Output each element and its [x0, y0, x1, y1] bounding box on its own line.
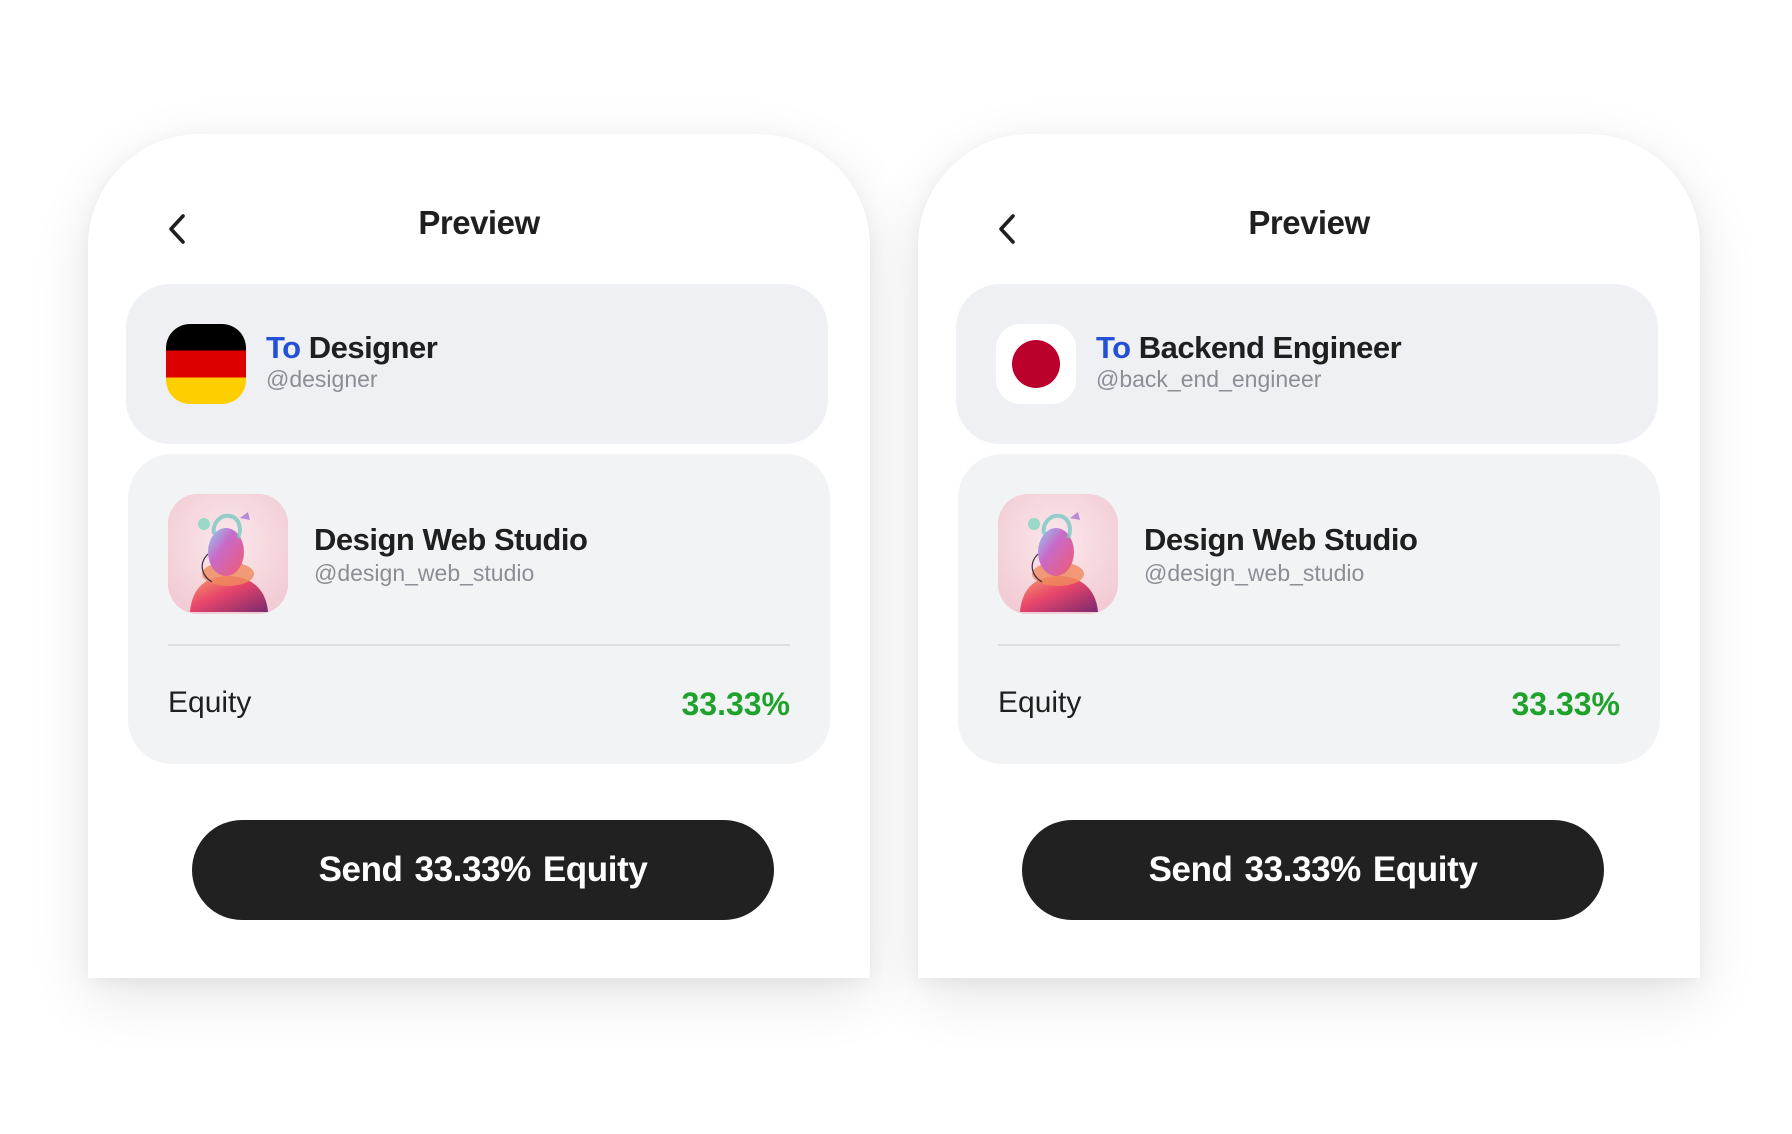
recipient-info: To Backend Engineer @back_end_engineer	[1096, 330, 1402, 393]
page-title: Preview	[1248, 204, 1370, 241]
send-button-verb: Send	[318, 850, 403, 889]
preview-stage: Preview To Designer @designer Design Web…	[0, 0, 1792, 1134]
japan-flag-icon	[996, 324, 1076, 404]
recipient-name: Backend Engineer	[1138, 330, 1402, 365]
page-title: Preview	[418, 204, 540, 241]
equity-label: Equity	[998, 686, 1082, 719]
recipient-card[interactable]: To Designer @designer	[126, 284, 828, 444]
send-button-amount: 33.33%	[414, 850, 532, 889]
studio-name: Design Web Studio	[314, 522, 588, 557]
recipient-handle: @back_end_engineer	[1096, 366, 1322, 392]
to-label: To	[266, 330, 301, 365]
equity-value: 33.33%	[1511, 686, 1620, 722]
equity-value: 33.33%	[681, 686, 790, 722]
send-button-noun: Equity	[1372, 850, 1478, 889]
studio-avatar-image	[998, 494, 1118, 614]
equity-label: Equity	[168, 686, 252, 719]
studio-info: Design Web Studio @design_web_studio	[1144, 522, 1418, 587]
studio-avatar	[998, 494, 1118, 614]
studio-avatar-image	[168, 494, 288, 614]
recipient-name-line: To Designer	[266, 330, 438, 366]
studio-handle: @design_web_studio	[314, 560, 535, 586]
send-equity-button[interactable]: Send 33.33% Equity	[192, 820, 774, 920]
header: Preview	[88, 194, 870, 264]
send-button-verb: Send	[1148, 850, 1233, 889]
japan-flag-sun	[1012, 340, 1060, 388]
divider	[998, 644, 1620, 646]
divider	[168, 644, 790, 646]
studio-card: Design Web Studio @design_web_studio Equ…	[958, 454, 1660, 764]
germany-flag-icon	[166, 324, 246, 404]
preview-screen-designer: Preview To Designer @designer Design Web…	[88, 134, 870, 978]
studio-name: Design Web Studio	[1144, 522, 1418, 557]
header: Preview	[918, 194, 1700, 264]
recipient-name: Designer	[308, 330, 438, 365]
send-button-amount: 33.33%	[1244, 850, 1362, 889]
to-label: To	[1096, 330, 1131, 365]
recipient-info: To Designer @designer	[266, 330, 438, 393]
recipient-card[interactable]: To Backend Engineer @back_end_engineer	[956, 284, 1658, 444]
studio-card: Design Web Studio @design_web_studio Equ…	[128, 454, 830, 764]
studio-info: Design Web Studio @design_web_studio	[314, 522, 588, 587]
send-equity-button[interactable]: Send 33.33% Equity	[1022, 820, 1604, 920]
recipient-name-line: To Backend Engineer	[1096, 330, 1402, 366]
studio-avatar	[168, 494, 288, 614]
studio-handle: @design_web_studio	[1144, 560, 1365, 586]
recipient-handle: @designer	[266, 366, 378, 392]
preview-screen-backend-engineer: Preview To Backend Engineer @back_end_en…	[918, 134, 1700, 978]
send-button-noun: Equity	[542, 850, 648, 889]
